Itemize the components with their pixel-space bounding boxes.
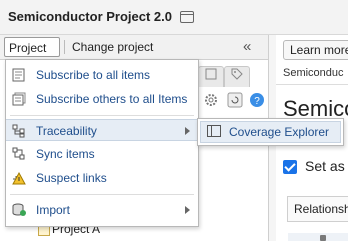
relationships-bar — [288, 233, 348, 241]
learn-more-button[interactable]: Learn more — [283, 40, 348, 60]
tab-relations[interactable] — [198, 66, 224, 87]
submenu-item-coverage-explorer[interactable]: Coverage Explorer — [200, 121, 341, 143]
grid-icon — [205, 68, 217, 80]
sync-icon — [12, 147, 25, 160]
menu-item-subscribe-others[interactable]: Subscribe others to all Items — [6, 88, 198, 110]
project-menu-label: Project — [9, 41, 47, 55]
drag-handle-icon[interactable] — [320, 235, 326, 241]
divider — [276, 84, 348, 85]
menu-separator — [10, 194, 194, 195]
suspect-links-icon — [12, 171, 26, 185]
coverage-explorer-icon — [207, 125, 221, 137]
chevron-right-icon — [185, 127, 190, 135]
menu-item-label: Traceability — [36, 124, 97, 138]
menu-item-label: Subscribe others to all Items — [36, 92, 188, 106]
project-dropdown-menu: Subscribe to all items Subscribe others … — [5, 59, 199, 227]
menu-item-sync-items[interactable]: Sync items — [6, 143, 198, 165]
subscribe-icon — [12, 68, 25, 82]
menu-item-import[interactable]: Import — [6, 199, 198, 221]
tag-icon — [231, 68, 243, 80]
refresh-icon[interactable] — [227, 92, 243, 108]
collapse-panel-icon[interactable]: « — [243, 38, 252, 55]
project-menu-button[interactable]: Project — [4, 37, 60, 71]
traceability-icon — [12, 124, 25, 138]
toolbar-divider — [64, 40, 65, 54]
breadcrumb[interactable]: Semiconduc — [283, 67, 344, 79]
set-as-label: Set as — [305, 158, 345, 174]
relationships-label: Relationsh — [294, 202, 348, 216]
set-as-checkbox[interactable] — [283, 160, 297, 174]
import-icon — [12, 203, 26, 216]
subscribe-others-icon — [12, 92, 26, 106]
title-bar: Semiconductor Project 2.0 — [0, 0, 348, 35]
gear-icon[interactable] — [203, 92, 219, 108]
chevron-right-icon — [185, 206, 190, 214]
tab-tags[interactable] — [224, 66, 250, 87]
submenu-item-label: Coverage Explorer — [229, 125, 330, 139]
project-toolbar: Project Change project « — [0, 35, 268, 71]
window-title: Semiconductor Project 2.0 — [8, 9, 172, 24]
svg-text:?: ? — [254, 96, 260, 107]
panel-layout-icon[interactable] — [180, 11, 194, 23]
menu-item-label: Suspect links — [36, 171, 107, 185]
menu-item-label: Subscribe to all items — [36, 68, 151, 82]
menu-separator — [10, 115, 194, 116]
help-icon[interactable]: ? — [249, 92, 265, 108]
menu-item-traceability[interactable]: Traceability — [6, 119, 198, 141]
menu-item-label: Sync items — [36, 147, 95, 161]
relationships-header[interactable]: Relationsh — [287, 196, 348, 222]
menu-item-subscribe-all[interactable]: Subscribe to all items — [6, 64, 198, 86]
traceability-submenu: Coverage Explorer — [197, 118, 344, 146]
menu-item-label: Import — [36, 203, 71, 217]
change-project-button[interactable]: Change project — [72, 40, 153, 54]
panel-tabs — [190, 66, 268, 88]
menu-item-suspect-links[interactable]: Suspect links — [6, 167, 198, 189]
